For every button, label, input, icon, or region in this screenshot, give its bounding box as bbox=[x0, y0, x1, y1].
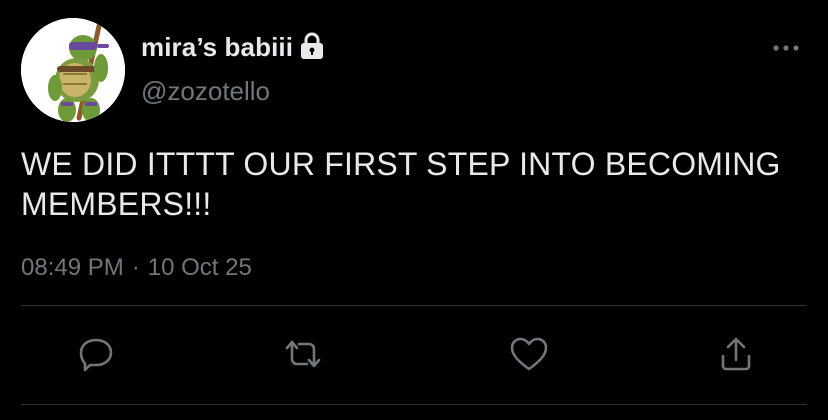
tweet-date[interactable]: 10 Oct 25 bbox=[148, 254, 252, 282]
user-handle[interactable]: @zozotello bbox=[141, 76, 270, 107]
ninja-turtle-avatar-icon bbox=[21, 18, 125, 122]
timestamp[interactable]: 08:49 PM · 10 Oct 25 bbox=[21, 252, 252, 284]
heart-icon bbox=[508, 334, 550, 374]
action-bar bbox=[0, 330, 828, 380]
display-name-row[interactable]: mira’s babiii bbox=[141, 30, 326, 64]
like-button[interactable] bbox=[505, 330, 553, 378]
more-options-icon[interactable] bbox=[771, 38, 801, 58]
tweet-time[interactable]: 08:49 PM bbox=[21, 254, 124, 282]
reply-button[interactable] bbox=[72, 330, 120, 378]
retweet-icon bbox=[281, 334, 325, 374]
timestamp-separator: · bbox=[131, 254, 140, 281]
share-button[interactable] bbox=[712, 330, 760, 378]
tweet-text: WE DID ITTTT OUR FIRST STEP INTO BECOMIN… bbox=[21, 146, 781, 222]
avatar[interactable] bbox=[21, 18, 125, 122]
display-name[interactable]: mira’s babiii bbox=[141, 32, 293, 63]
divider-bottom bbox=[21, 404, 807, 405]
divider-top bbox=[21, 305, 807, 306]
reply-icon bbox=[76, 334, 116, 374]
share-icon bbox=[716, 334, 756, 374]
lock-icon bbox=[298, 31, 326, 61]
tweet: mira’s babiii @zozotello WE DID ITTTT OU… bbox=[0, 0, 828, 420]
retweet-button[interactable] bbox=[279, 330, 327, 378]
